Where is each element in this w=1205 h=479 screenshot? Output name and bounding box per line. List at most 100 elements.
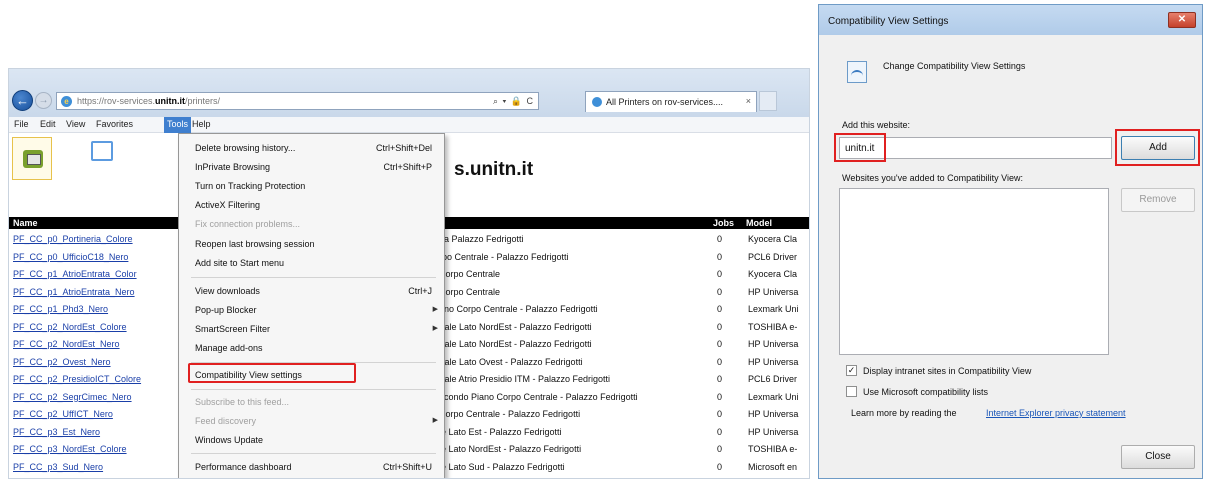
printer-model: Lexmark Uni <box>748 304 799 314</box>
printer-location: le Lato Est - Palazzo Fedrigotti <box>439 426 562 437</box>
printer-location: Corpo Centrale <box>439 286 501 297</box>
menu-item-manage-addons[interactable]: Manage add-ons <box>179 339 444 357</box>
printer-jobs: 0 <box>717 461 723 472</box>
menu-edit[interactable]: Edit <box>40 119 56 129</box>
menu-bar: File Edit View Favorites Tools Help <box>9 117 809 133</box>
menu-item-add-start-menu[interactable]: Add site to Start menu <box>179 254 444 272</box>
printer-model: Microsoft en <box>748 461 798 472</box>
printer-model: Kyocera Cla <box>748 234 798 244</box>
close-button[interactable]: Close <box>1121 445 1195 469</box>
printer-location: ria Palazzo Fedrigotti <box>439 234 524 244</box>
menu-item-view-downloads[interactable]: View downloads Ctrl+J <box>179 282 444 300</box>
printer-jobs: 0 <box>717 286 723 297</box>
printer-jobs: 0 <box>717 374 723 384</box>
printer-name-link[interactable]: PF_CC_p2_UffICT_Nero <box>13 409 113 419</box>
menu-item-smartscreen[interactable]: SmartScreen Filter ▶ <box>179 320 444 338</box>
printer-model: TOSHIBA e- <box>748 444 798 454</box>
websites-list-label: Websites you've added to Compatibility V… <box>842 173 1023 183</box>
menu-separator <box>191 277 436 278</box>
printer-location: trale Lato Ovest - Palazzo Fedrigotti <box>439 356 583 367</box>
printer-name-link[interactable]: PF_CC_p2_PresidioICT_Colore <box>13 374 141 384</box>
new-tab-button[interactable] <box>759 91 777 111</box>
ms-lists-checkbox[interactable] <box>846 386 857 397</box>
printer-name-link[interactable]: PF_CC_p2_NordEst_Nero <box>13 339 120 349</box>
printer-name-link[interactable]: PF_CC_p3_Est_Nero <box>13 427 100 437</box>
page-title: s.unitn.it <box>454 159 534 180</box>
printer-location: trale Lato NordEst - Palazzo Fedrigotti <box>439 321 592 332</box>
printer-name-link[interactable]: PF_CC_p0_UfficioC18_Nero <box>13 252 128 262</box>
menu-item-popup-blocker[interactable]: Pop-up Blocker ▶ <box>179 301 444 319</box>
menu-item-delete-history[interactable]: Delete browsing history... Ctrl+Shift+Del <box>179 139 444 157</box>
remove-button: Remove <box>1121 188 1195 212</box>
printer-name-link[interactable]: PF_CC_p2_SegrCimec_Nero <box>13 392 132 402</box>
printer-model: HP Universa <box>748 409 799 419</box>
address-bar-area: ← → e https://rov-services.unitn.it/prin… <box>9 69 809 117</box>
printer-model: Kyocera Cla <box>748 269 798 279</box>
menu-tools[interactable]: Tools <box>164 117 192 133</box>
websites-list[interactable] <box>839 188 1109 355</box>
ie-logo-icon: e <box>61 96 72 107</box>
menu-separator <box>191 389 436 390</box>
printer-jobs: 0 <box>717 269 723 279</box>
printer-model: PCL6 Driver <box>748 374 798 384</box>
col-jobs: Jobs <box>713 218 735 228</box>
menu-view[interactable]: View <box>66 119 85 129</box>
menu-item-activex-filtering[interactable]: ActiveX Filtering <box>179 196 444 214</box>
compatibility-view-dialog: Compatibility View Settings ✕ Change Com… <box>818 4 1203 479</box>
printer-location: ano Corpo Centrale - Palazzo Fedrigotti <box>439 304 598 314</box>
menu-item-tracking-protection[interactable]: Turn on Tracking Protection <box>179 177 444 195</box>
ms-lists-checkbox-label: Use Microsoft compatibility lists <box>863 387 989 397</box>
menu-item-feed-discovery: Feed discovery ▶ <box>195 416 438 426</box>
printer-name-link[interactable]: PF_CC_p2_Ovest_Nero <box>13 357 111 367</box>
submenu-arrow-icon: ▶ <box>432 325 438 332</box>
printer-name-link[interactable]: PF_CC_p1_Phd3_Nero <box>13 304 108 314</box>
menu-item-windows-update[interactable]: Windows Update <box>179 431 444 449</box>
privacy-prefix-text: Learn more by reading the <box>851 408 957 418</box>
printer-jobs: 0 <box>717 234 723 244</box>
intranet-checkbox[interactable]: ✓ <box>846 365 857 376</box>
printer-name-link[interactable]: PF_CC_p1_AtrioEntrata_Nero <box>13 287 135 297</box>
menu-item-reopen-session[interactable]: Reopen last browsing session <box>179 235 444 253</box>
tab-close-icon[interactable]: × <box>746 96 751 106</box>
close-icon[interactable]: ✕ <box>1168 12 1196 28</box>
printer-location: econdo Piano Corpo Centrale - Palazzo Fe… <box>439 391 638 402</box>
back-button[interactable]: ← <box>12 90 33 111</box>
printer-jobs: 0 <box>717 356 723 367</box>
printer-location: le Lato NordEst - Palazzo Fedrigotti <box>439 444 582 454</box>
printer-model: HP Universa <box>748 286 799 297</box>
printer-location: Corpo Centrale - Palazzo Fedrigotti <box>439 409 581 419</box>
menu-file[interactable]: File <box>14 119 29 129</box>
menu-favorites[interactable]: Favorites <box>96 119 133 129</box>
printer-name-link[interactable]: PF_CC_p1_AtrioEntrata_Color <box>13 269 137 279</box>
printer-location: trale Atrio Presidio ITM - Palazzo Fedri… <box>439 374 611 384</box>
url-field[interactable]: e https://rov-services.unitn.it/printers… <box>56 92 539 110</box>
printer-name-link[interactable]: PF_CC_p3_NordEst_Colore <box>13 444 127 454</box>
printer-location: le Lato Sud - Palazzo Fedrigotti <box>439 461 565 472</box>
compatibility-view-icon <box>847 61 867 83</box>
search-lock-refresh-icons[interactable]: ⌕ ▾ 🔒 C <box>493 96 534 107</box>
menu-item-performance-dashboard[interactable]: Performance dashboard Ctrl+Shift+U <box>179 458 444 476</box>
tools-dropdown-menu: Delete browsing history... Ctrl+Shift+Del… <box>178 133 445 478</box>
browser-window: ← → e https://rov-services.unitn.it/prin… <box>8 68 810 479</box>
col-name: Name <box>13 218 38 228</box>
arrow-left-icon: ← <box>16 93 29 108</box>
col-model: Model <box>746 218 772 228</box>
forward-button[interactable]: → <box>35 92 52 109</box>
submenu-arrow-icon: ▶ <box>432 417 438 424</box>
printer-model: PCL6 Driver <box>748 251 798 262</box>
menu-item-inprivate[interactable]: InPrivate Browsing Ctrl+Shift+P <box>179 158 444 176</box>
printer-jobs: 0 <box>717 444 723 454</box>
printer-model: HP Universa <box>748 339 799 349</box>
menu-item-subscribe-feed: Subscribe to this feed... <box>195 397 290 407</box>
tab-all-printers[interactable]: All Printers on rov-services.... × <box>585 91 757 112</box>
printer-name-link[interactable]: PF_CC_p2_NordEst_Colore <box>13 322 127 332</box>
printer-jobs: 0 <box>717 339 723 349</box>
printer-location: rpo Centrale - Palazzo Fedrigotti <box>439 251 569 262</box>
menu-help[interactable]: Help <box>192 119 211 129</box>
printer-name-link[interactable]: PF_CC_p0_Portineria_Colore <box>13 234 133 244</box>
menu-item-fix-connection: Fix connection problems... <box>195 219 301 229</box>
printer-name-link[interactable]: PF_CC_p3_Sud_Nero <box>13 462 103 472</box>
printer-model: Lexmark Uni <box>748 391 799 402</box>
privacy-statement-link[interactable]: Internet Explorer privacy statement <box>986 408 1126 418</box>
dialog-titlebar: Compatibility View Settings ✕ <box>819 5 1202 35</box>
